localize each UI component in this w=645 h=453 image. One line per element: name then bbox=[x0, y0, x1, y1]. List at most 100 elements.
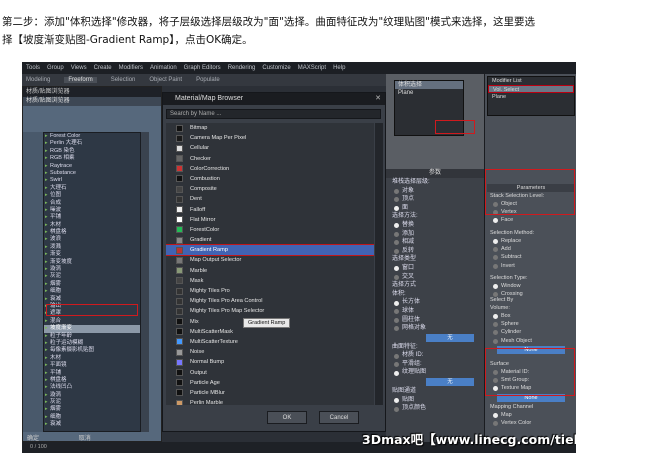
list-item[interactable]: 木材 bbox=[44, 355, 140, 363]
list-item[interactable]: 每像素摄影机贴图 bbox=[44, 347, 140, 355]
ribbon-tab[interactable]: Modeling bbox=[26, 77, 50, 83]
method-radio[interactable]: 相减 bbox=[386, 238, 484, 247]
list-item[interactable]: 衰减 bbox=[44, 296, 140, 304]
modifier-item[interactable]: Plane bbox=[488, 93, 574, 101]
cancel-button[interactable]: Cancel bbox=[319, 411, 359, 424]
surface-radio[interactable]: 材质 ID: bbox=[386, 351, 484, 360]
volume-radio[interactable]: 圆柱体 bbox=[386, 316, 484, 325]
browser-scrollbar[interactable] bbox=[375, 123, 383, 405]
list-item[interactable]: Noise bbox=[166, 347, 374, 357]
close-icon[interactable]: ✕ bbox=[375, 93, 381, 105]
list-item[interactable]: Perlin 大理石 bbox=[44, 140, 140, 148]
list-item[interactable]: 平面镜 bbox=[44, 362, 140, 370]
ribbon-tab[interactable]: Populate bbox=[196, 77, 220, 83]
list-item[interactable]: Falloff bbox=[166, 205, 374, 215]
list-item[interactable]: Substance bbox=[44, 170, 140, 178]
list-item[interactable]: Swirl bbox=[44, 177, 140, 185]
list-item[interactable]: Perlin Marble bbox=[166, 398, 374, 405]
surface-radio[interactable]: 平滑组: bbox=[386, 360, 484, 369]
list-item[interactable]: Particle MBlur bbox=[166, 388, 374, 398]
stack-level-radio[interactable]: 面 bbox=[386, 204, 484, 213]
list-item[interactable]: ColorCorrection bbox=[166, 164, 374, 174]
list-item[interactable]: Gradient bbox=[166, 235, 374, 245]
list-item[interactable]: 平铺 bbox=[44, 214, 140, 222]
list-item[interactable]: Mighty Tiles Pro bbox=[166, 286, 374, 296]
menu-item[interactable]: Group bbox=[47, 65, 64, 71]
list-item[interactable]: Output bbox=[166, 368, 374, 378]
stack-level-radio[interactable]: 顶点 bbox=[386, 195, 484, 204]
list-item[interactable]: Mighty Tiles Pro Map Selector bbox=[166, 306, 374, 316]
list-item[interactable]: Particle Age bbox=[166, 378, 374, 388]
method-radio[interactable]: Subtract bbox=[487, 253, 575, 261]
type-radio[interactable]: 交叉 bbox=[386, 273, 484, 282]
list-item[interactable]: Gradient Ramp bbox=[166, 244, 374, 257]
panel-header[interactable]: 参数 bbox=[386, 169, 484, 178]
list-item[interactable]: Flat Mirror bbox=[166, 215, 374, 225]
volume-radio[interactable]: 球体 bbox=[386, 307, 484, 316]
modifier-stack[interactable]: Modifier List Vol. Select Plane bbox=[487, 76, 575, 116]
left-map-list[interactable]: Forest ColorPerlin 大理石RGB 染色RGB 相乘Raytra… bbox=[43, 132, 141, 432]
menu-item[interactable]: Views bbox=[71, 65, 87, 71]
list-item[interactable]: Dent bbox=[166, 194, 374, 204]
texture-map-button[interactable]: 无 bbox=[426, 378, 474, 387]
stack-level-radio[interactable]: Face bbox=[487, 216, 575, 224]
type-radio[interactable]: 窗口 bbox=[386, 264, 484, 273]
list-item[interactable]: Normal Bump bbox=[166, 357, 374, 367]
list-item[interactable]: 合成 bbox=[44, 200, 140, 208]
ribbon-tab[interactable]: Object Paint bbox=[149, 77, 182, 83]
list-item[interactable]: 灰泥 bbox=[44, 273, 140, 281]
menu-item[interactable]: Rendering bbox=[228, 65, 256, 71]
none-button[interactable]: 无 bbox=[426, 333, 474, 342]
method-radio[interactable]: Invert bbox=[487, 262, 575, 270]
list-item[interactable]: 烟雾 bbox=[44, 406, 140, 414]
list-item[interactable]: Cellular bbox=[166, 143, 374, 153]
menu-item[interactable]: Modifiers bbox=[119, 65, 143, 71]
ribbon-tab[interactable]: Freeform bbox=[64, 77, 97, 83]
channel-radio[interactable]: Vertex Color bbox=[487, 419, 575, 427]
list-item[interactable]: MultiScatterMask bbox=[166, 327, 374, 337]
list-item[interactable]: Checker bbox=[166, 154, 374, 164]
list-item[interactable]: 位图 bbox=[44, 192, 140, 200]
list-item[interactable]: Bitmap bbox=[166, 123, 374, 133]
list-item[interactable]: 坡度渐变 bbox=[44, 325, 140, 333]
browser-map-list[interactable]: Bitmap Camera Map Per Pixel Cellular Checke… bbox=[166, 123, 374, 405]
method-radio[interactable]: Add bbox=[487, 245, 575, 253]
channel-radio[interactable]: 顶点颜色 bbox=[386, 404, 484, 413]
volume-radio[interactable]: Mesh Object bbox=[487, 337, 575, 345]
menu-item[interactable]: Create bbox=[94, 65, 112, 71]
modifier-list-title[interactable]: Modifier List bbox=[488, 77, 574, 85]
channel-radio[interactable]: Map bbox=[487, 411, 575, 419]
menu-item[interactable]: Tools bbox=[26, 65, 40, 71]
list-item[interactable]: RGB 相乘 bbox=[44, 155, 140, 163]
list-item[interactable]: Marble bbox=[166, 266, 374, 276]
left-list-scrollbar[interactable] bbox=[141, 132, 149, 432]
method-radio[interactable]: 反转 bbox=[386, 247, 484, 256]
surface-radio[interactable]: 纹理贴图 bbox=[386, 368, 484, 377]
list-item[interactable]: ForestColor bbox=[166, 225, 374, 235]
list-item[interactable]: Combustion bbox=[166, 174, 374, 184]
ok-button[interactable]: OK bbox=[267, 411, 307, 424]
list-item[interactable]: MultiScatterTexture bbox=[166, 337, 374, 347]
method-radio[interactable]: Replace bbox=[487, 237, 575, 245]
menu-item[interactable]: Customize bbox=[262, 65, 290, 71]
volume-radio[interactable]: 长方体 bbox=[386, 298, 484, 307]
browser-search-input[interactable]: Search by Name ... bbox=[166, 109, 381, 119]
list-item[interactable]: 木材 bbox=[44, 222, 140, 230]
menu-item[interactable]: MAXScript bbox=[298, 65, 326, 71]
list-item[interactable]: 法线凹凸 bbox=[44, 384, 140, 392]
list-item[interactable]: 漩涡 bbox=[44, 392, 140, 400]
method-radio[interactable]: 添加 bbox=[386, 230, 484, 239]
list-item[interactable]: 粒子年龄 bbox=[44, 333, 140, 341]
list-item[interactable]: Mighty Tiles Pro Area Control bbox=[166, 296, 374, 306]
modifier-item[interactable]: Vol. Select bbox=[488, 85, 574, 93]
list-item[interactable]: Map Output Selector bbox=[166, 255, 374, 265]
modifier-item[interactable]: 体积选择 bbox=[395, 81, 463, 89]
ribbon-tab[interactable]: Selection bbox=[111, 77, 136, 83]
list-item[interactable]: 波浪 bbox=[44, 236, 140, 244]
volume-radio[interactable]: Cylinder bbox=[487, 328, 575, 336]
menu-item[interactable]: Animation bbox=[150, 65, 177, 71]
method-radio[interactable]: 替换 bbox=[386, 221, 484, 230]
channel-radio[interactable]: 贴图 bbox=[386, 396, 484, 405]
stack-level-radio[interactable]: 对象 bbox=[386, 187, 484, 196]
list-item[interactable]: 衰减 bbox=[44, 421, 140, 429]
